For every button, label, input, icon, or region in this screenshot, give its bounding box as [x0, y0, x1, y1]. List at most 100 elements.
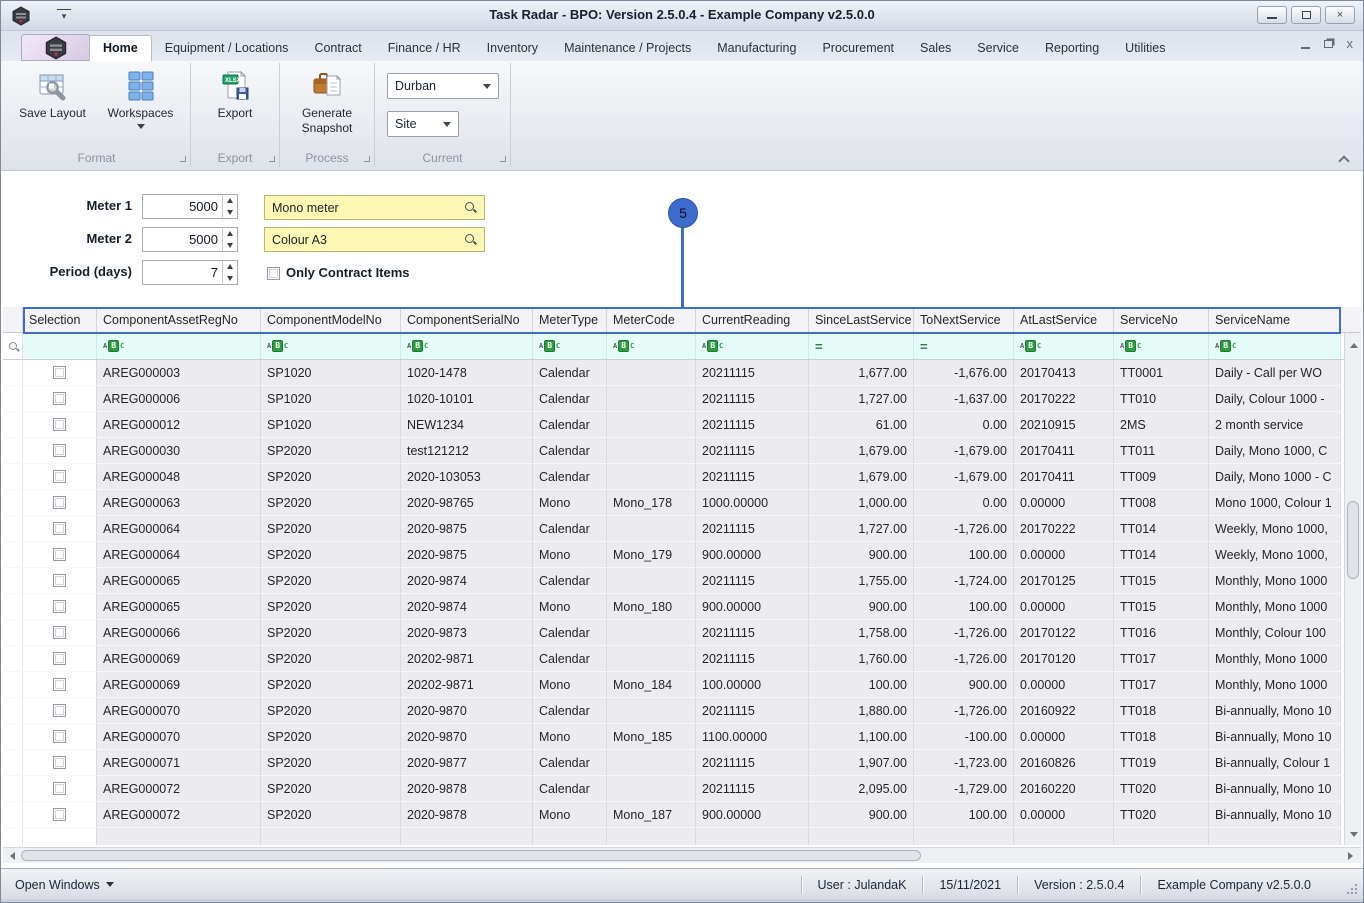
- cell-metercode[interactable]: [607, 698, 696, 723]
- row-checkbox[interactable]: [53, 444, 66, 457]
- only-contract-items-checkbox[interactable]: [267, 267, 280, 280]
- cell-servicename[interactable]: Bi-annually, Mono 10: [1209, 698, 1341, 723]
- filter-cell-atlastservice[interactable]: ABC: [1014, 333, 1114, 359]
- cell-atlastservice[interactable]: 20170411: [1014, 438, 1114, 463]
- cell-componentserialno[interactable]: 2020-9875: [401, 516, 533, 541]
- cell-atlastservice[interactable]: 0.00000: [1014, 594, 1114, 619]
- cell-componentmodelno[interactable]: SP2020: [261, 620, 401, 645]
- table-row[interactable]: AREG000030SP2020test121212Calendar202111…: [3, 438, 1344, 464]
- generate-snapshot-button[interactable]: Generate Snapshot: [284, 65, 370, 145]
- cell-metertype[interactable]: Calendar: [533, 516, 607, 541]
- filter-cell-componentassetregno[interactable]: ABC: [97, 333, 261, 359]
- cell-atlastservice[interactable]: 0.00000: [1014, 490, 1114, 515]
- selection-cell[interactable]: [23, 620, 97, 645]
- cell-sincelastservice[interactable]: 900.00: [809, 542, 914, 567]
- resize-grip[interactable]: [1347, 883, 1358, 894]
- row-checkbox[interactable]: [53, 496, 66, 509]
- period-stepper[interactable]: 7: [142, 260, 238, 285]
- open-windows-button[interactable]: Open Windows: [1, 878, 114, 892]
- cell-componentassetregno[interactable]: AREG000012: [97, 412, 261, 437]
- column-header-componentserialno[interactable]: ComponentSerialNo: [401, 307, 533, 332]
- tab-procurement[interactable]: Procurement: [809, 36, 907, 61]
- cell-servicename[interactable]: Daily, Colour 1000 -: [1209, 386, 1341, 411]
- cell-componentassetregno[interactable]: AREG000063: [97, 490, 261, 515]
- cell-tonextservice[interactable]: -100.00: [914, 724, 1014, 749]
- cell-componentserialno[interactable]: [401, 828, 533, 845]
- table-row[interactable]: AREG000069SP202020202-9871Calendar202111…: [3, 646, 1344, 672]
- cell-componentmodelno[interactable]: SP2020: [261, 464, 401, 489]
- tab-service[interactable]: Service: [964, 36, 1032, 61]
- cell-componentassetregno[interactable]: AREG000066: [97, 620, 261, 645]
- cell-servicename[interactable]: Mono 1000, Colour 1: [1209, 490, 1341, 515]
- cell-componentassetregno[interactable]: AREG000069: [97, 646, 261, 671]
- row-checkbox[interactable]: [53, 392, 66, 405]
- cell-metertype[interactable]: Mono: [533, 490, 607, 515]
- table-row[interactable]: AREG000006SP10201020-10101Calendar202111…: [3, 386, 1344, 412]
- cell-sincelastservice[interactable]: 1,100.00: [809, 724, 914, 749]
- cell-metertype[interactable]: Calendar: [533, 646, 607, 671]
- cell-componentmodelno[interactable]: SP1020: [261, 412, 401, 437]
- cell-tonextservice[interactable]: -1,724.00: [914, 568, 1014, 593]
- selection-cell[interactable]: [23, 646, 97, 671]
- cell-metertype[interactable]: Calendar: [533, 438, 607, 463]
- tab-maintenance-projects[interactable]: Maintenance / Projects: [551, 36, 704, 61]
- cell-componentmodelno[interactable]: SP2020: [261, 776, 401, 801]
- cell-servicename[interactable]: Daily, Mono 1000, C: [1209, 438, 1341, 463]
- column-header-metercode[interactable]: MeterCode: [607, 307, 696, 332]
- cell-componentmodelno[interactable]: SP1020: [261, 386, 401, 411]
- table-row[interactable]: AREG000066SP20202020-9873Calendar2021111…: [3, 620, 1344, 646]
- cell-sincelastservice[interactable]: 61.00: [809, 412, 914, 437]
- selection-cell[interactable]: [23, 412, 97, 437]
- cell-componentmodelno[interactable]: SP2020: [261, 698, 401, 723]
- cell-sincelastservice[interactable]: 2,095.00: [809, 776, 914, 801]
- cell-componentserialno[interactable]: 2020-98765: [401, 490, 533, 515]
- cell-componentassetregno[interactable]: AREG000006: [97, 386, 261, 411]
- maximize-button[interactable]: [1291, 6, 1321, 24]
- cell-sincelastservice[interactable]: 1,000.00: [809, 490, 914, 515]
- cell-atlastservice[interactable]: 20170222: [1014, 516, 1114, 541]
- cell-componentserialno[interactable]: 2020-9874: [401, 594, 533, 619]
- horizontal-scroll-thumb[interactable]: [21, 850, 921, 861]
- filter-cell-metercode[interactable]: ABC: [607, 333, 696, 359]
- cell-componentassetregno[interactable]: AREG000065: [97, 568, 261, 593]
- cell-sincelastservice[interactable]: 1,758.00: [809, 620, 914, 645]
- filter-cell-sincelastservice[interactable]: =: [809, 333, 914, 359]
- meter2-search-input[interactable]: Colour A3: [264, 227, 485, 252]
- filter-cell-componentserialno[interactable]: ABC: [401, 333, 533, 359]
- cell-serviceno[interactable]: TT015: [1114, 568, 1209, 593]
- cell-tonextservice[interactable]: -1,729.00: [914, 776, 1014, 801]
- cell-servicename[interactable]: 2 month service: [1209, 412, 1341, 437]
- row-checkbox[interactable]: [53, 574, 66, 587]
- cell-servicename[interactable]: Weekly, Mono 1000,: [1209, 516, 1341, 541]
- meter2-stepper[interactable]: 5000: [142, 227, 238, 252]
- dialog-launcher-icon[interactable]: [364, 156, 370, 162]
- column-header-atlastservice[interactable]: AtLastService: [1014, 307, 1114, 332]
- column-header-componentassetregno[interactable]: ComponentAssetRegNo: [97, 307, 261, 332]
- cell-componentassetregno[interactable]: AREG000072: [97, 776, 261, 801]
- cell-componentassetregno[interactable]: AREG000003: [97, 360, 261, 385]
- dialog-launcher-icon[interactable]: [269, 156, 275, 162]
- cell-componentserialno[interactable]: NEW1234: [401, 412, 533, 437]
- cell-servicename[interactable]: Monthly, Mono 1000: [1209, 672, 1341, 697]
- cell-tonextservice[interactable]: 100.00: [914, 594, 1014, 619]
- cell-serviceno[interactable]: TT019: [1114, 750, 1209, 775]
- cell-sincelastservice[interactable]: 1,755.00: [809, 568, 914, 593]
- cell-componentmodelno[interactable]: SP2020: [261, 542, 401, 567]
- cell-atlastservice[interactable]: 0.00000: [1014, 672, 1114, 697]
- cell-currentreading[interactable]: 100.00000: [696, 672, 809, 697]
- tab-inventory[interactable]: Inventory: [474, 36, 551, 61]
- cell-servicename[interactable]: Bi-annually, Colour 1: [1209, 750, 1341, 775]
- cell-metertype[interactable]: [533, 828, 607, 845]
- cell-currentreading[interactable]: 20211115: [696, 776, 809, 801]
- cell-serviceno[interactable]: TT018: [1114, 698, 1209, 723]
- cell-componentserialno[interactable]: 2020-103053: [401, 464, 533, 489]
- row-checkbox[interactable]: [53, 522, 66, 535]
- selection-cell[interactable]: [23, 542, 97, 567]
- cell-atlastservice[interactable]: 20170411: [1014, 464, 1114, 489]
- cell-componentassetregno[interactable]: AREG000065: [97, 594, 261, 619]
- table-row[interactable]: AREG000071SP20202020-9877Calendar2021111…: [3, 750, 1344, 776]
- cell-metertype[interactable]: Mono: [533, 724, 607, 749]
- cell-componentmodelno[interactable]: SP2020: [261, 568, 401, 593]
- row-checkbox[interactable]: [53, 652, 66, 665]
- cell-sincelastservice[interactable]: 1,677.00: [809, 360, 914, 385]
